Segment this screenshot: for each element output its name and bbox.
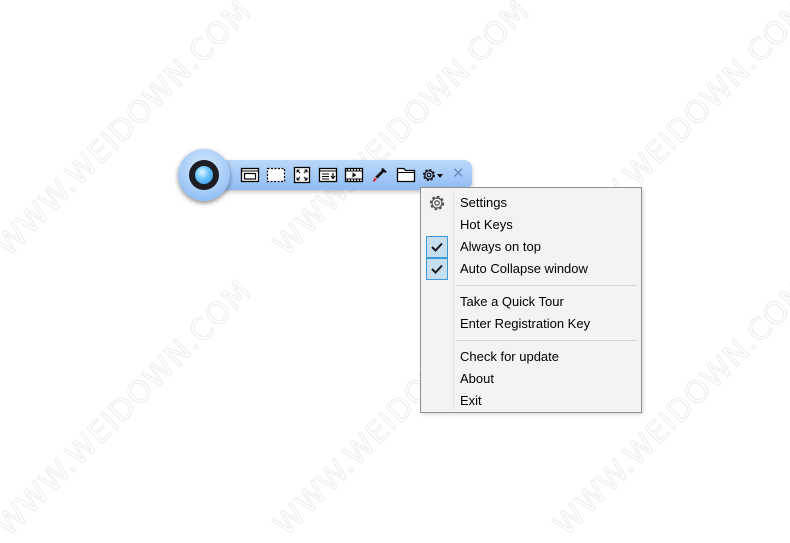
menu-item-settings[interactable]: Settings <box>423 192 639 214</box>
menu-item-hot-keys[interactable]: Hot Keys <box>423 214 639 236</box>
watermark: WWW.WEIDOWN.COM <box>0 273 259 543</box>
eyedropper-icon <box>373 168 387 182</box>
checked-indicator <box>426 236 448 258</box>
capture-toolbar: ✕ <box>222 160 472 190</box>
record-video-button[interactable] <box>344 166 364 184</box>
capture-window-button[interactable] <box>240 166 260 184</box>
checked-indicator <box>426 258 448 280</box>
close-button[interactable]: ✕ <box>452 165 465 183</box>
open-folder-button[interactable] <box>396 166 416 184</box>
checkmark-icon <box>431 242 443 252</box>
menu-item-always-on-top[interactable]: Always on top <box>423 236 639 258</box>
menu-item-label: Take a Quick Tour <box>460 294 564 309</box>
menu-item-check-for-update[interactable]: Check for update <box>423 346 639 368</box>
menu-item-auto-collapse-window[interactable]: Auto Collapse window <box>423 258 639 280</box>
settings-dropdown-menu: Settings Hot Keys Always on top Auto Col… <box>420 187 642 413</box>
menu-item-label: Check for update <box>460 349 560 364</box>
fullscreen-icon <box>293 166 311 184</box>
scroll-window-icon <box>318 167 338 183</box>
menu-separator <box>456 285 637 286</box>
menu-item-label: Exit <box>460 393 482 408</box>
dashed-rect-icon <box>266 167 286 183</box>
menu-item-exit[interactable]: Exit <box>423 390 639 412</box>
window-icon <box>240 167 260 183</box>
menu-item-quick-tour[interactable]: Take a Quick Tour <box>423 291 639 313</box>
menu-item-label: Always on top <box>460 239 541 254</box>
watermark: WWW.WEIDOWN.COM <box>0 0 259 264</box>
lens-ring-icon <box>189 160 219 190</box>
menu-item-label: Settings <box>460 195 507 210</box>
checkmark-icon <box>431 264 443 274</box>
color-picker-button[interactable] <box>370 166 390 184</box>
menu-item-label: Hot Keys <box>460 217 513 232</box>
capture-region-button[interactable] <box>266 166 286 184</box>
menu-item-about[interactable]: About <box>423 368 639 390</box>
menu-item-label: Enter Registration Key <box>460 316 591 331</box>
settings-menu-button[interactable] <box>421 166 447 184</box>
capture-scrolling-button[interactable] <box>318 166 338 184</box>
folder-icon <box>396 167 416 183</box>
film-icon <box>344 167 364 183</box>
lens-icon <box>195 166 213 184</box>
gear-icon <box>429 195 445 211</box>
menu-item-enter-registration-key[interactable]: Enter Registration Key <box>423 313 639 335</box>
main-capture-orb-button[interactable] <box>178 149 230 201</box>
menu-item-label: Auto Collapse window <box>460 261 588 276</box>
menu-separator <box>456 340 637 341</box>
capture-fullscreen-button[interactable] <box>292 166 312 184</box>
gear-dropdown-icon <box>423 169 443 181</box>
close-icon: ✕ <box>452 165 465 182</box>
menu-item-label: About <box>460 371 494 386</box>
